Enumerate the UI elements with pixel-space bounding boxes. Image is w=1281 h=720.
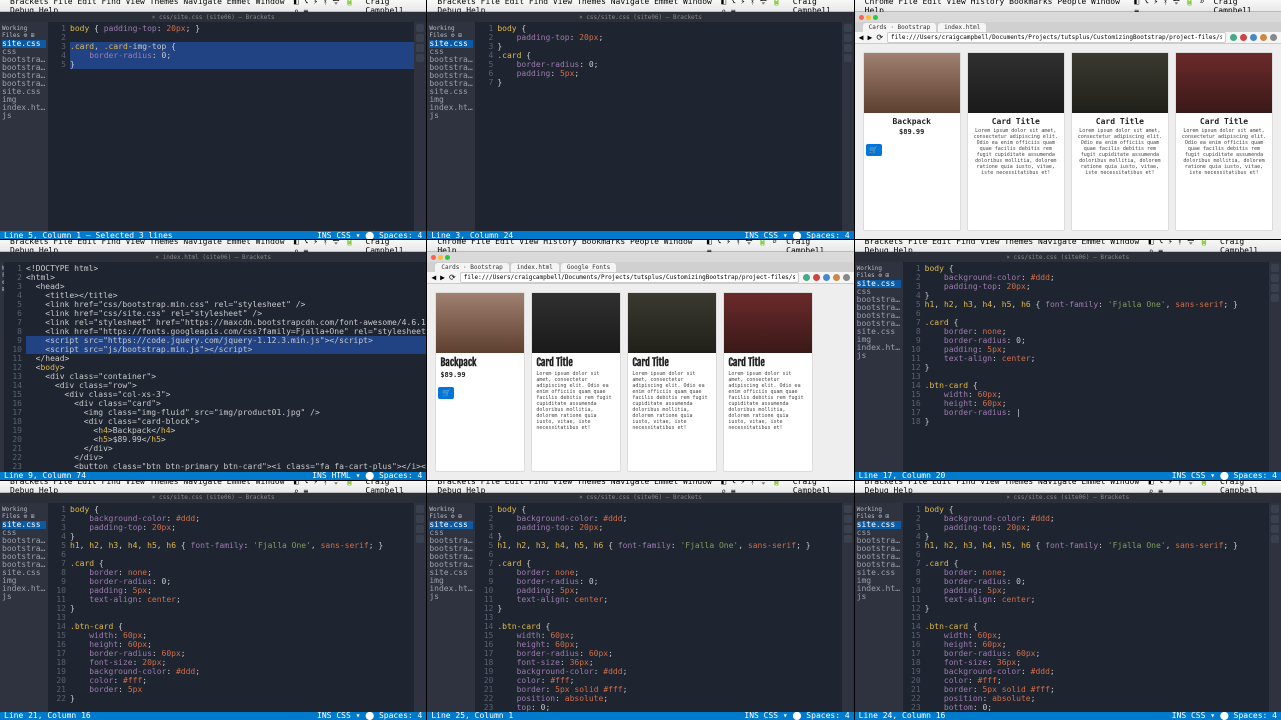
nav-fwd[interactable]: ▶ [867,33,872,42]
pane-editor-html: Brackets File Edit Find View Themes Navi… [0,240,426,479]
card-image [968,53,1064,113]
tab-title: × css/site.css (site06) — Brackets [0,12,426,22]
code-editor[interactable]: 12345 body { padding-top: 20px; } .card,… [48,22,414,231]
browser-tabs[interactable]: Cards · Bootstrap index.html [855,22,1281,32]
pane-editor-8: Brackets File Edit Find View Themes Navi… [427,481,853,720]
card-title: Backpack [440,357,520,369]
page-content: Backpack $89.99 🛒 Card Title Lorem ipsum… [427,284,853,479]
pane-editor-6: Brackets File Edit Find View Themes Navi… [855,240,1281,479]
card-price: $89.99 [440,371,520,379]
menubar[interactable]: Brackets File Edit Find View Themes Navi… [427,0,853,12]
ext-icon[interactable] [1260,34,1267,41]
code-editor[interactable]: 1234567 body { padding-top: 20px;}.card … [475,22,841,231]
window-chrome [855,12,1281,22]
card-text: Lorem ipsum dolor sit amet, consectetur … [728,371,808,431]
add-to-cart-button[interactable]: 🛒 [866,144,882,156]
card-image [1176,53,1272,113]
code-editor[interactable]: 123456789101112131415161718body { backgr… [903,262,1269,471]
card-image [1072,53,1168,113]
product-card: Card Title Lorem ipsum dolor sit amet, c… [1071,52,1169,231]
page-content: Backpack $89.99 🛒 Card Title Lorem ipsum… [855,44,1281,239]
product-card: Card Title Lorem ipsum dolor sit amet, c… [967,52,1065,231]
card-image [724,293,812,353]
pane-editor-1: Brackets File Edit Find View Themes Navi… [0,0,426,239]
card-text: Lorem ipsum dolor sit amet, consectetur … [1076,128,1164,176]
url-input[interactable] [460,272,799,283]
menubar[interactable]: Brackets File Edit Find View Themes Navi… [0,0,426,12]
nav-back[interactable]: ◀ [859,33,864,42]
pane-browser-2: Chrome File Edit View History Bookmarks … [427,240,853,479]
card-title: Card Title [728,357,808,369]
product-card: Backpack $89.99 🛒 [435,292,525,471]
url-input[interactable] [887,32,1226,43]
card-text: Lorem ipsum dolor sit amet, consectetur … [972,128,1060,176]
address-bar[interactable]: ◀ ▶ ⟳ [855,32,1281,44]
card-image [864,53,960,113]
code-editor[interactable]: 1234567891011121314151617181920212223242… [475,503,841,712]
product-card: Card Title Lorem ipsum dolor sit amet, c… [723,292,813,471]
card-title: Card Title [1180,117,1268,126]
traffic-lights[interactable] [859,15,878,20]
grid-layout: Brackets File Edit Find View Themes Navi… [0,0,1281,720]
card-price: $89.99 [868,128,956,136]
product-card: Card Title Lorem ipsum dolor sit amet, c… [627,292,717,471]
ext-icon[interactable] [1270,34,1277,41]
card-image [532,293,620,353]
ext-icon[interactable] [1230,34,1237,41]
card-title: Card Title [1076,117,1164,126]
code-editor[interactable]: 1234567891011121314151617181920212223242… [903,503,1269,712]
card-image [628,293,716,353]
card-title: Backpack [868,117,956,126]
product-card: Card Title Lorem ipsum dolor sit amet, c… [531,292,621,471]
menubar[interactable]: Chrome File Edit View History Bookmarks … [855,0,1281,12]
card-title: Card Title [972,117,1060,126]
card-text: Lorem ipsum dolor sit amet, consectetur … [1180,128,1268,176]
card-image [436,293,524,353]
pane-browser-1: Chrome File Edit View History Bookmarks … [855,0,1281,239]
code-editor[interactable]: 12345678910111213141516171819202122body … [48,503,414,712]
product-card: Backpack $89.99 🛒 [863,52,961,231]
code-editor[interactable]: 1234567891011121314151617181920212223242… [4,262,426,471]
product-card: Card Title Lorem ipsum dolor sit amet, c… [1175,52,1273,231]
pane-editor-2: Brackets File Edit Find View Themes Navi… [427,0,853,239]
pane-editor-9: Brackets File Edit Find View Themes Navi… [855,481,1281,720]
sidebar-files: site.csscssbootstrap-sp.cssbootstrap-sp.… [2,40,46,120]
add-to-cart-button[interactable]: 🛒 [438,387,454,399]
ext-icon[interactable] [1250,34,1257,41]
reload-icon[interactable]: ⟳ [876,33,883,42]
sidebar[interactable]: Working Files ⚙ ⊞ site.csscssbootstrap-s… [0,22,48,231]
statusbar: Line 5, Column 1 — Selected 3 linesINS C… [0,231,426,239]
tab: Cards · Bootstrap [863,23,936,32]
tab: index.html [938,23,986,32]
card-title: Card Title [536,357,616,369]
card-text: Lorem ipsum dolor sit amet, consectetur … [536,371,616,431]
card-text: Lorem ipsum dolor sit amet, consectetur … [632,371,712,431]
card-title: Card Title [632,357,712,369]
pane-editor-7: Brackets File Edit Find View Themes Navi… [0,481,426,720]
ext-icon[interactable] [1240,34,1247,41]
right-strip[interactable] [414,22,426,231]
